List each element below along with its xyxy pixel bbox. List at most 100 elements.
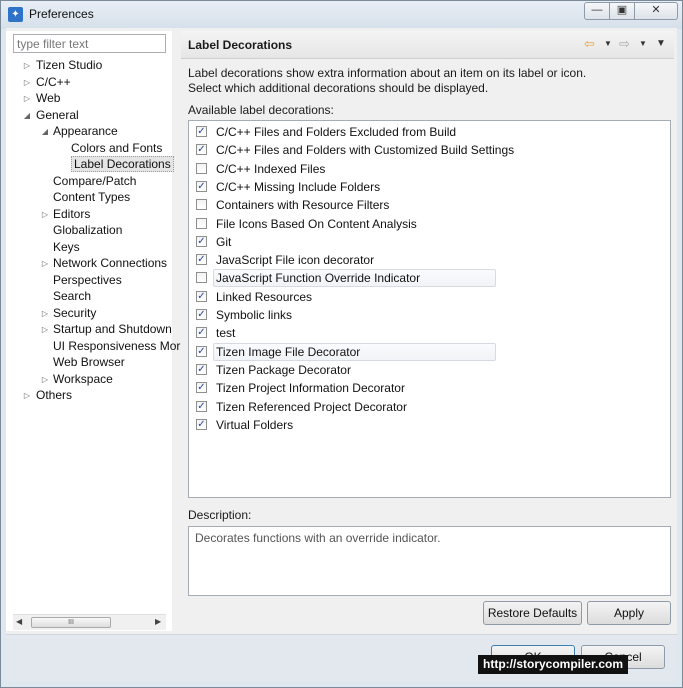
expanded-arrow-icon[interactable]: ◢ bbox=[22, 111, 32, 120]
available-decorations-label: Available label decorations: bbox=[188, 103, 334, 117]
decoration-checkbox[interactable]: ✓ bbox=[196, 327, 207, 339]
decoration-checkbox[interactable] bbox=[196, 217, 207, 229]
collapsed-arrow-icon[interactable]: ▷ bbox=[22, 391, 32, 400]
decoration-checkbox[interactable]: ✓ bbox=[196, 254, 207, 266]
decoration-checkbox[interactable]: ✓ bbox=[196, 144, 207, 156]
tree-item[interactable]: Appearance bbox=[53, 123, 118, 139]
tree-item[interactable]: Network Connections bbox=[53, 255, 167, 271]
decoration-checkbox[interactable]: ✓ bbox=[196, 400, 207, 412]
maximize-button[interactable]: ▣ bbox=[609, 2, 635, 20]
forward-history-dropdown-icon[interactable]: ▼ bbox=[639, 39, 647, 48]
decoration-row[interactable]: ✓ test bbox=[196, 325, 656, 341]
tree-item[interactable]: Web bbox=[36, 90, 60, 106]
apply-button[interactable]: Apply bbox=[587, 601, 671, 625]
collapsed-arrow-icon[interactable]: ▷ bbox=[22, 61, 32, 70]
collapsed-arrow-icon[interactable]: ▷ bbox=[40, 210, 50, 219]
tree-item[interactable]: Security bbox=[53, 305, 96, 321]
collapsed-arrow-icon[interactable]: ▷ bbox=[40, 259, 50, 268]
decoration-row[interactable]: ✓ Git bbox=[196, 234, 656, 250]
tree-item[interactable]: Compare/Patch bbox=[53, 173, 136, 189]
decoration-row[interactable]: ✓ C/C++ Files and Folders Excluded from B… bbox=[196, 124, 656, 140]
tree-item-label: Appearance bbox=[53, 124, 118, 138]
tree-item[interactable]: UI Responsiveness Mor bbox=[53, 338, 180, 354]
tree-item[interactable]: C/C++ bbox=[36, 74, 71, 90]
scrollbar-thumb[interactable]: III bbox=[31, 617, 111, 628]
collapsed-arrow-icon[interactable]: ▷ bbox=[22, 78, 32, 87]
decoration-row[interactable]: C/C++ Indexed Files bbox=[196, 161, 656, 177]
tree-item-label: Content Types bbox=[53, 190, 131, 204]
tree-item[interactable]: Others bbox=[36, 387, 72, 403]
decoration-row[interactable]: ✓ Tizen Image File Decorator bbox=[196, 344, 656, 360]
restore-defaults-button[interactable]: Restore Defaults bbox=[483, 601, 582, 625]
decoration-checkbox[interactable]: ✓ bbox=[196, 382, 207, 394]
decoration-row[interactable]: ✓ C/C++ Files and Folders with Customized… bbox=[196, 142, 656, 158]
scroll-left-icon[interactable]: ◀ bbox=[16, 617, 22, 626]
tree-item-label: Label Decorations bbox=[71, 156, 174, 172]
tree-item-label: Startup and Shutdown bbox=[53, 322, 172, 336]
decoration-row[interactable]: ✓ JavaScript File icon decorator bbox=[196, 252, 656, 268]
tree-item[interactable]: Tizen Studio bbox=[36, 57, 102, 73]
decoration-checkbox[interactable] bbox=[196, 162, 207, 174]
tree-item[interactable]: Startup and Shutdown bbox=[53, 321, 172, 337]
tree-item[interactable]: Search bbox=[53, 288, 91, 304]
decoration-checkbox[interactable]: ✓ bbox=[196, 180, 207, 192]
tree-item-label: Editors bbox=[53, 206, 91, 221]
decoration-label: Containers with Resource Filters bbox=[216, 198, 390, 213]
expanded-arrow-icon[interactable]: ◢ bbox=[40, 127, 50, 136]
collapsed-arrow-icon[interactable]: ▷ bbox=[40, 325, 50, 334]
page-title: Label Decorations bbox=[188, 38, 293, 52]
decoration-checkbox[interactable] bbox=[196, 199, 207, 211]
window-title: Preferences bbox=[29, 7, 94, 21]
tree-item[interactable]: Content Types bbox=[53, 189, 130, 205]
tree-item[interactable]: Colors and Fonts bbox=[71, 140, 162, 156]
tree-item[interactable]: Workspace bbox=[53, 371, 113, 387]
decoration-checkbox[interactable]: ✓ bbox=[196, 418, 207, 430]
decoration-row[interactable]: Containers with Resource Filters bbox=[196, 197, 656, 213]
decoration-checkbox[interactable]: ✓ bbox=[196, 309, 207, 320]
decoration-label: Tizen Package Decorator bbox=[216, 362, 351, 377]
scroll-right-icon[interactable]: ▶ bbox=[155, 617, 161, 626]
page-description-line2: Select which additional decorations shou… bbox=[188, 81, 489, 95]
decoration-row[interactable]: File Icons Based On Content Analysis bbox=[196, 216, 656, 232]
collapsed-arrow-icon[interactable]: ▷ bbox=[40, 375, 50, 384]
decorations-list[interactable]: ✓ C/C++ Files and Folders Excluded from B… bbox=[188, 120, 671, 498]
description-box: Decorates functions with an override ind… bbox=[188, 526, 671, 596]
decoration-row[interactable]: ✓ Tizen Package Decorator bbox=[196, 362, 656, 378]
tree-item[interactable]: Globalization bbox=[53, 222, 122, 238]
decoration-row[interactable]: ✓ Virtual Folders bbox=[196, 417, 656, 433]
back-history-dropdown-icon[interactable]: ▼ bbox=[604, 39, 612, 48]
filter-input[interactable] bbox=[13, 34, 166, 53]
close-button[interactable]: ✕ bbox=[634, 2, 678, 20]
view-menu-icon[interactable]: ▼ bbox=[656, 38, 666, 49]
tree-item[interactable]: Perspectives bbox=[53, 272, 122, 288]
decoration-row[interactable]: ✓ Linked Resources bbox=[196, 289, 656, 305]
decoration-row[interactable]: JavaScript Function Override Indicator bbox=[196, 270, 656, 286]
tree-item-label: Others bbox=[36, 388, 73, 402]
tree-item[interactable]: General bbox=[36, 107, 79, 123]
decoration-checkbox[interactable]: ✓ bbox=[196, 363, 207, 375]
decoration-label: C/C++ Files and Folders Excluded from Bu… bbox=[216, 125, 457, 139]
minimize-button[interactable]: — bbox=[584, 2, 610, 20]
page-description: Label decorations show extra information… bbox=[188, 66, 668, 96]
decoration-checkbox[interactable]: ✓ bbox=[196, 345, 207, 357]
decoration-checkbox[interactable] bbox=[196, 272, 207, 284]
tree-horizontal-scrollbar[interactable]: ◀ III ▶ bbox=[13, 614, 166, 630]
tree-item[interactable]: Editors bbox=[53, 206, 90, 222]
decoration-row[interactable]: ✓ C/C++ Missing Include Folders bbox=[196, 179, 656, 195]
decoration-row[interactable]: ✓ Tizen Project Information Decorator bbox=[196, 380, 656, 396]
tree-item-label: C/C++ bbox=[36, 74, 71, 89]
decoration-checkbox[interactable]: ✓ bbox=[196, 235, 207, 247]
collapsed-arrow-icon[interactable]: ▷ bbox=[22, 94, 32, 103]
tree-item[interactable]: Label Decorations bbox=[71, 156, 174, 172]
collapsed-arrow-icon[interactable]: ▷ bbox=[40, 309, 50, 318]
decoration-row[interactable]: ✓ Symbolic links bbox=[196, 307, 656, 323]
back-arrow-icon[interactable]: ⇦ bbox=[584, 36, 595, 52]
decoration-row[interactable]: ✓ Tizen Referenced Project Decorator bbox=[196, 399, 656, 415]
title-bar[interactable]: ✦ Preferences — ▣ ✕ bbox=[1, 1, 682, 29]
decoration-checkbox[interactable]: ✓ bbox=[196, 126, 207, 137]
decoration-checkbox[interactable]: ✓ bbox=[196, 290, 207, 302]
forward-arrow-icon[interactable]: ⇨ bbox=[619, 36, 630, 52]
tree-item[interactable]: Keys bbox=[53, 239, 80, 255]
tree-item-label: General bbox=[36, 107, 79, 122]
tree-item[interactable]: Web Browser bbox=[53, 354, 125, 370]
